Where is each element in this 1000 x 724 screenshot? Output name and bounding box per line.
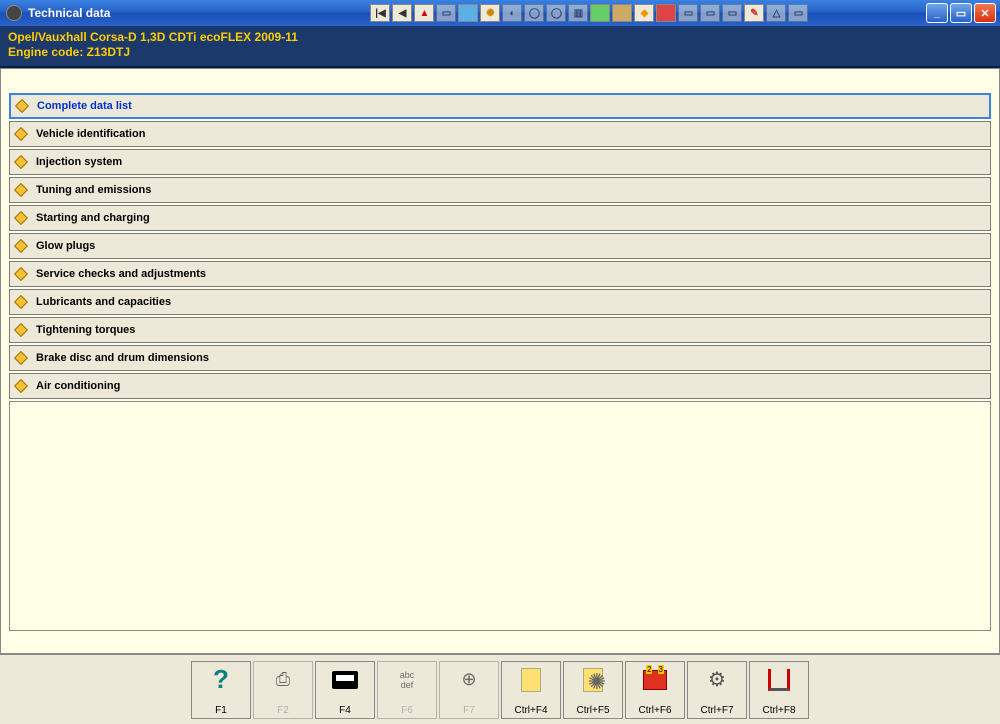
category-item[interactable]: Service checks and adjustments [9, 261, 991, 287]
toolbar-diag-icon[interactable]: ◆ [634, 4, 654, 22]
category-item[interactable]: Injection system [9, 149, 991, 175]
category-label: Starting and charging [36, 212, 150, 224]
close-button[interactable]: ✕ [974, 3, 996, 23]
diamond-icon [14, 155, 28, 169]
toolbar-gray1-icon[interactable]: ▭ [678, 4, 698, 22]
diamond-icon [14, 295, 28, 309]
toolbar-gray2-icon[interactable]: ▭ [700, 4, 720, 22]
category-label: Vehicle identification [36, 128, 145, 140]
toolbar-gear-icon[interactable]: ✺ [480, 4, 500, 22]
category-item[interactable]: Air conditioning [9, 373, 991, 399]
diamond-icon [14, 379, 28, 393]
category-item[interactable]: Starting and charging [9, 205, 991, 231]
diamond-icon [14, 267, 28, 281]
category-item[interactable]: Brake disc and drum dimensions [9, 345, 991, 371]
diamond-icon [14, 239, 28, 253]
toolbar-doc-icon[interactable]: ▥ [568, 4, 588, 22]
footer-button-ctrl-f4[interactable]: Ctrl+F4 [501, 661, 561, 719]
page-gear-icon: ✺ [578, 666, 608, 694]
category-item[interactable]: Tuning and emissions [9, 177, 991, 203]
footer-button-ctrl-f8[interactable]: Ctrl+F8 [749, 661, 809, 719]
category-label: Complete data list [37, 100, 132, 112]
diamond-icon [14, 211, 28, 225]
category-item[interactable]: Vehicle identification [9, 121, 991, 147]
category-label: Air conditioning [36, 380, 120, 392]
diamond-icon [14, 183, 28, 197]
toolbar-ring-icon[interactable]: ◯ [524, 4, 544, 22]
maximize-button[interactable]: ▭ [950, 3, 972, 23]
card-icon [330, 666, 360, 694]
category-label: Tuning and emissions [36, 184, 151, 196]
?-icon: ? [206, 666, 236, 694]
category-label: Lubricants and capacities [36, 296, 171, 308]
titlebar: Technical data |◀ ◀ ▲ ▭ ✺ ◐ ◯ ◯ ▥ ◆ ▭ ▭ … [0, 0, 1000, 26]
category-item[interactable]: Tightening torques [9, 317, 991, 343]
footer-button-f1[interactable]: ? F1 [191, 661, 251, 719]
content-area: Complete data list Vehicle identification… [0, 68, 1000, 654]
footer-label: F7 [463, 705, 475, 716]
toolbar-image-icon[interactable] [458, 4, 478, 22]
diamond-icon [14, 323, 28, 337]
toolbar-window-icon[interactable]: ▭ [436, 4, 456, 22]
footer-toolbar: ? F1 ⎙ F2 F4 abcdef F6 ⊕ F7 Ctrl+F4 ✺ Ctrl+F5 23 Ctrl… [0, 654, 1000, 724]
category-item[interactable]: Lubricants and capacities [9, 289, 991, 315]
toolbar-gray4-icon[interactable]: ▭ [788, 4, 808, 22]
toolbar-tri-icon[interactable]: △ [766, 4, 786, 22]
footer-label: Ctrl+F6 [638, 705, 671, 716]
target-icon: ⊕ [454, 666, 484, 694]
diamond-icon [15, 99, 29, 113]
vehicle-line1: Opel/Vauxhall Corsa-D 1,3D CDTi ecoFLEX … [8, 30, 992, 45]
footer-label: F2 [277, 705, 289, 716]
category-label: Tightening torques [36, 324, 135, 336]
category-item[interactable]: Complete data list [9, 93, 991, 119]
toolbar-paint-icon[interactable]: ✎ [744, 4, 764, 22]
toolbar-ring2-icon[interactable]: ◯ [546, 4, 566, 22]
toolbar-gray3-icon[interactable]: ▭ [722, 4, 742, 22]
toolbar-red-icon[interactable] [656, 4, 676, 22]
toolbar-first-icon[interactable]: |◀ [370, 4, 390, 22]
footer-button-ctrl-f7[interactable]: ⚙ Ctrl+F7 [687, 661, 747, 719]
page-yellow-icon [516, 666, 546, 694]
footer-label: Ctrl+F7 [700, 705, 733, 716]
diamond-icon [14, 127, 28, 141]
category-label: Service checks and adjustments [36, 268, 206, 280]
printer-icon: ⎙ [268, 666, 298, 694]
footer-button-f2: ⎙ F2 [253, 661, 313, 719]
footer-label: F1 [215, 705, 227, 716]
toolbar-green2-icon[interactable] [612, 4, 632, 22]
lift-icon [764, 666, 794, 694]
footer-label: F4 [339, 705, 351, 716]
footer-label: F6 [401, 705, 413, 716]
diamond-icon [14, 351, 28, 365]
app-icon [6, 5, 22, 21]
toolbar-green1-icon[interactable] [590, 4, 610, 22]
window-title: Technical data [28, 6, 110, 20]
minimize-button[interactable]: _ [926, 3, 948, 23]
toolbar-warning-icon[interactable]: ▲ [414, 4, 434, 22]
gears-icon: ⚙ [702, 666, 732, 694]
titlebar-toolbar: |◀ ◀ ▲ ▭ ✺ ◐ ◯ ◯ ▥ ◆ ▭ ▭ ▭ ✎ △ ▭ [370, 4, 808, 22]
footer-button-f6: abcdef F6 [377, 661, 437, 719]
category-label: Glow plugs [36, 240, 95, 252]
vehicle-line2: Engine code: Z13DTJ [8, 45, 992, 60]
vehicle-header: Opel/Vauxhall Corsa-D 1,3D CDTi ecoFLEX … [0, 26, 1000, 68]
category-label: Injection system [36, 156, 122, 168]
category-item[interactable]: Glow plugs [9, 233, 991, 259]
footer-label: Ctrl+F5 [576, 705, 609, 716]
footer-label: Ctrl+F8 [762, 705, 795, 716]
toolbar-prev-icon[interactable]: ◀ [392, 4, 412, 22]
abc-icon: abcdef [392, 666, 422, 694]
footer-button-ctrl-f6[interactable]: 23 Ctrl+F6 [625, 661, 685, 719]
detail-panel [9, 401, 991, 631]
footer-label: Ctrl+F4 [514, 705, 547, 716]
window-controls: _ ▭ ✕ [926, 3, 996, 23]
footer-button-f7: ⊕ F7 [439, 661, 499, 719]
category-label: Brake disc and drum dimensions [36, 352, 209, 364]
category-list: Complete data list Vehicle identification… [1, 69, 999, 399]
toolbar-belt-icon[interactable]: ◐ [502, 4, 522, 22]
footer-button-ctrl-f5[interactable]: ✺ Ctrl+F5 [563, 661, 623, 719]
fuse-icon: 23 [640, 666, 670, 694]
footer-button-f4[interactable]: F4 [315, 661, 375, 719]
